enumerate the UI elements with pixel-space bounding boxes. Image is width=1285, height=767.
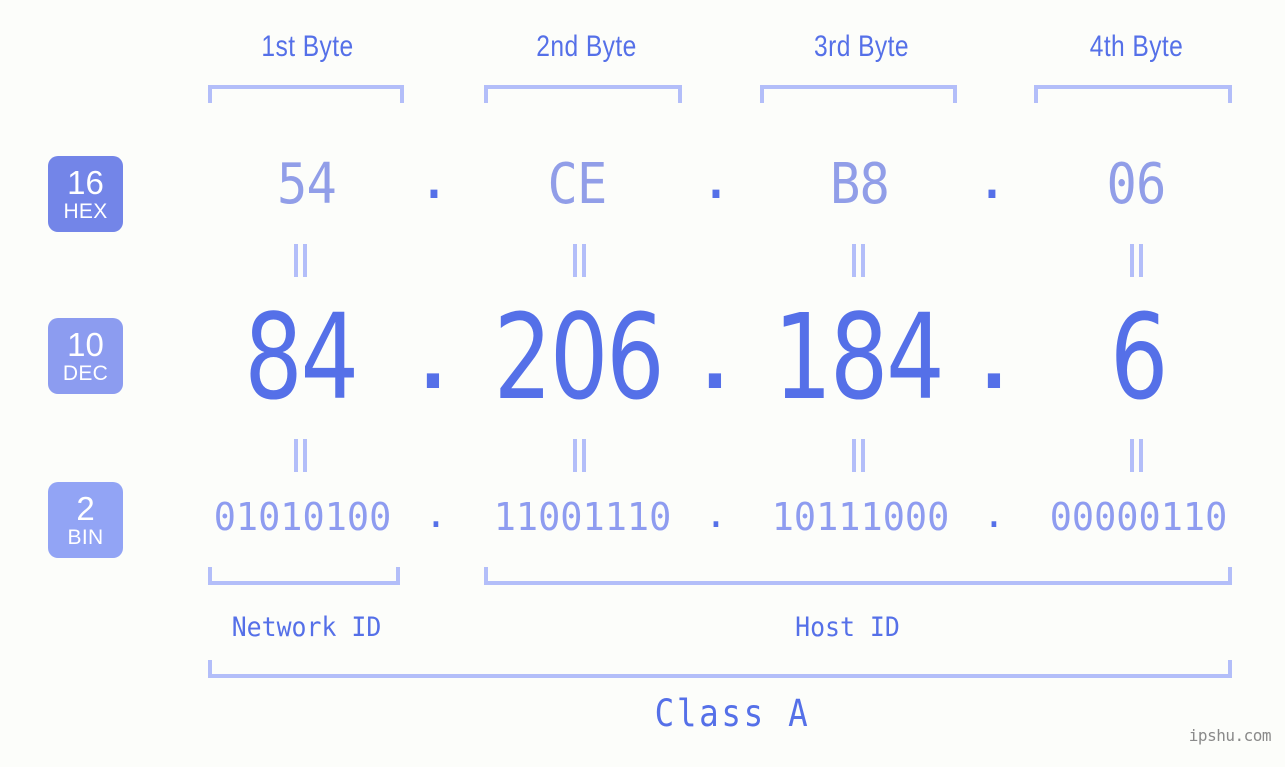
- site-watermark: ipshu.com: [1188, 726, 1272, 745]
- equals-marker-hex-dec-1: [294, 244, 307, 277]
- byte-header-label-1: 1st Byte: [261, 30, 354, 63]
- hex-byte-2: CE: [547, 152, 608, 217]
- dec-byte-1: 84: [244, 288, 359, 426]
- bin-byte-2: 11001110: [493, 495, 672, 539]
- byte-bracket-top-4: [1034, 85, 1232, 103]
- radix-badge-dec-system: DEC: [62, 362, 109, 385]
- dec-separator-2: .: [696, 278, 734, 416]
- byte-bracket-top-3: [760, 85, 957, 103]
- radix-badge-bin-base: 2: [76, 490, 95, 527]
- host-id-label: Host ID: [795, 612, 900, 643]
- equals-marker-hex-dec-2: [573, 244, 586, 277]
- hex-byte-4: 06: [1106, 152, 1167, 217]
- equals-marker-dec-bin-2: [573, 439, 586, 472]
- byte-header-label-3: 3rd Byte: [814, 30, 909, 63]
- byte-bracket-top-2: [484, 85, 682, 103]
- hex-byte-3: B8: [830, 152, 890, 217]
- bin-byte-4: 00000110: [1049, 495, 1228, 539]
- ip-address-breakdown-diagram: 1st Byte 2nd Byte 3rd Byte 4th Byte 16 H…: [0, 0, 1285, 767]
- bin-separator-3: .: [982, 492, 1006, 536]
- byte-header-label-4: 4th Byte: [1089, 30, 1184, 63]
- radix-badge-dec-base: 10: [67, 326, 104, 363]
- network-id-bracket: [208, 567, 400, 585]
- equals-marker-dec-bin-4: [1130, 439, 1143, 472]
- radix-badge-dec: 10 DEC: [48, 318, 123, 394]
- dec-separator-1: .: [414, 278, 452, 416]
- radix-badge-hex-system: HEX: [63, 200, 108, 223]
- byte-header-label-2: 2nd Byte: [536, 30, 637, 63]
- equals-marker-dec-bin-1: [294, 439, 307, 472]
- class-label: Class A: [654, 692, 811, 735]
- hex-separator-3: .: [975, 147, 1009, 212]
- dec-byte-4: 6: [1109, 288, 1169, 426]
- bin-byte-1: 01010100: [213, 495, 392, 539]
- byte-bracket-top-1: [208, 85, 404, 103]
- equals-marker-dec-bin-3: [852, 439, 865, 472]
- class-bracket: [208, 660, 1232, 678]
- bin-separator-2: .: [704, 492, 728, 536]
- dec-separator-3: .: [975, 278, 1013, 416]
- radix-badge-hex-base: 16: [67, 164, 104, 201]
- radix-badge-hex: 16 HEX: [48, 156, 123, 232]
- equals-marker-hex-dec-3: [852, 244, 865, 277]
- hex-separator-1: .: [417, 147, 451, 212]
- bin-byte-3: 10111000: [771, 495, 950, 539]
- radix-badge-bin: 2 BIN: [48, 482, 123, 558]
- dec-byte-3: 184: [773, 288, 945, 426]
- bin-separator-1: .: [424, 492, 448, 536]
- network-id-label: Network ID: [231, 612, 382, 643]
- dec-byte-2: 206: [493, 288, 665, 426]
- radix-badge-bin-system: BIN: [67, 526, 104, 549]
- hex-separator-2: .: [699, 147, 733, 212]
- host-id-bracket: [484, 567, 1232, 585]
- equals-marker-hex-dec-4: [1130, 244, 1143, 277]
- hex-byte-1: 54: [277, 152, 337, 217]
